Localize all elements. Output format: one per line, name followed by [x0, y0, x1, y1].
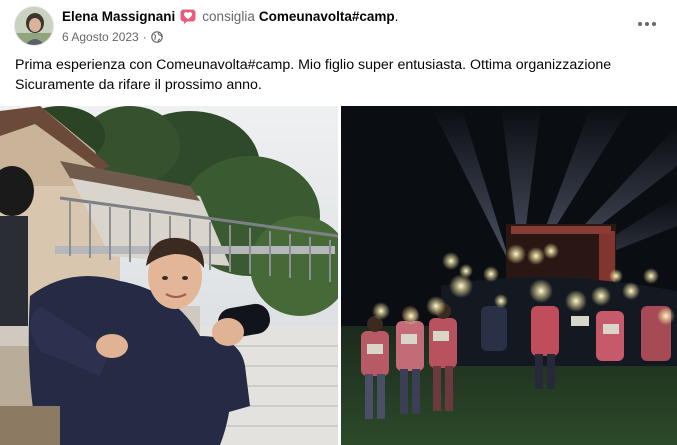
- author-name[interactable]: Elena Massignani: [62, 9, 175, 24]
- photo-grid: [0, 106, 677, 445]
- post-date[interactable]: 6 Agosto 2023: [62, 30, 139, 44]
- author-avatar[interactable]: [14, 6, 54, 46]
- post-meta: 6 Agosto 2023 ·: [62, 30, 163, 44]
- avatar-image: [15, 7, 53, 45]
- page-name-suffix: .: [394, 9, 399, 24]
- globe-icon[interactable]: [150, 31, 163, 43]
- photo-night-camp-lights[interactable]: [341, 106, 677, 445]
- post-body: Prima esperienza con Comeunavolta#camp. …: [15, 55, 665, 95]
- author-line: Elena Massignani consiglia Comeunavolta#…: [62, 9, 398, 24]
- more-options-icon[interactable]: [633, 12, 661, 36]
- post-text-line-1: Prima esperienza con Comeunavolta#camp. …: [15, 57, 612, 73]
- meta-separator: ·: [142, 30, 147, 44]
- post-text-line-2: Sicuramente da rifare il prossimo anno.: [15, 77, 262, 93]
- recommended-page-link[interactable]: Comeunavolta#camp: [259, 9, 395, 24]
- post-header: Elena Massignani consiglia Comeunavolta#…: [0, 0, 677, 52]
- recommend-verb: consiglia: [202, 9, 255, 24]
- recommend-icon: [180, 9, 196, 24]
- photo-boy-with-speaker[interactable]: [0, 106, 338, 445]
